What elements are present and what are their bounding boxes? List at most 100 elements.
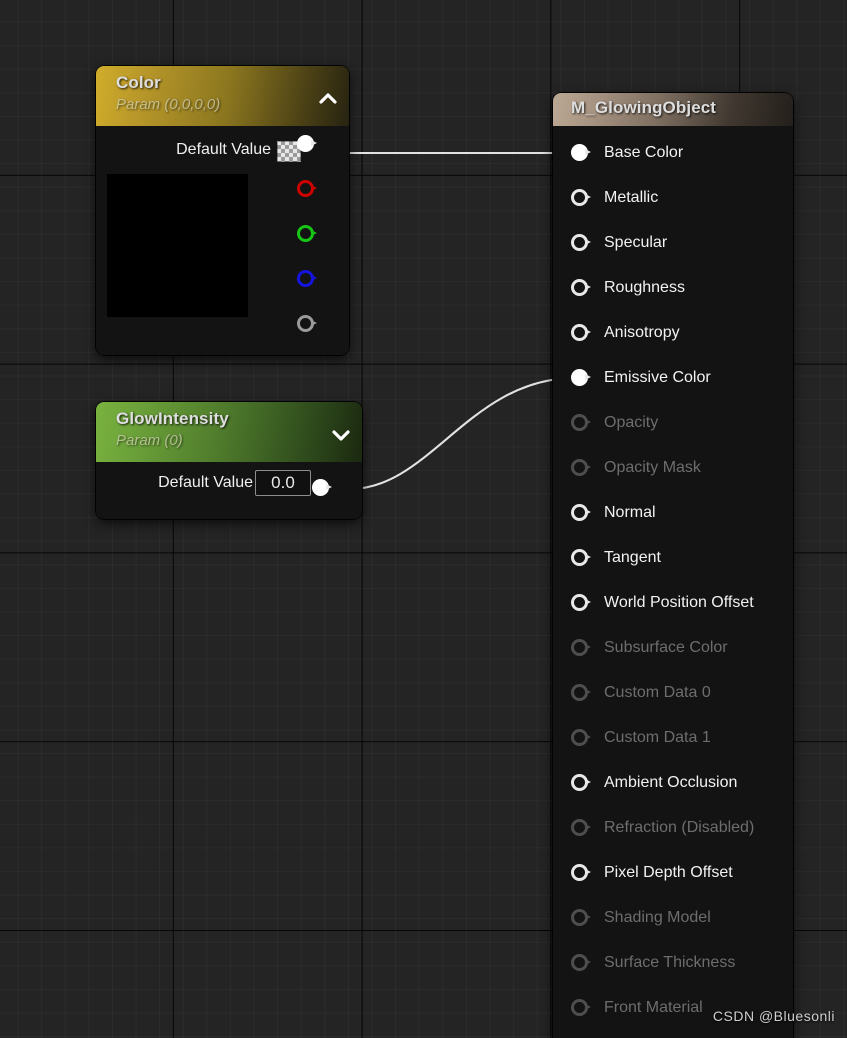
pin-subsurface-color[interactable] xyxy=(571,639,594,656)
material-input-shading-model[interactable]: Shading Model xyxy=(553,895,793,940)
node-material-title: M_GlowingObject xyxy=(571,98,717,117)
pin-custom-data-0[interactable] xyxy=(571,684,594,701)
material-input-opacity-mask[interactable]: Opacity Mask xyxy=(553,445,793,490)
node-material-output[interactable]: M_GlowingObject Base Color Metallic Specul… xyxy=(553,93,793,1038)
pin-anisotropy[interactable] xyxy=(571,324,594,341)
pin-world-position-offset[interactable] xyxy=(571,594,594,611)
node-color-body: Default Value xyxy=(96,126,349,355)
material-graph-canvas[interactable]: Color Param (0,0,0,0) Default Value Glow… xyxy=(0,0,847,1038)
pin-base-color[interactable] xyxy=(571,144,594,161)
material-input-custom-data-0[interactable]: Custom Data 0 xyxy=(553,670,793,715)
pin-arrow-icon xyxy=(311,275,317,281)
pin-label: Opacity xyxy=(604,413,659,431)
pin-opacity[interactable] xyxy=(571,414,594,431)
material-input-pixel-depth-offset[interactable]: Pixel Depth Offset xyxy=(553,850,793,895)
material-input-ambient-occlusion[interactable]: Ambient Occlusion xyxy=(553,760,793,805)
pin-specular[interactable] xyxy=(571,234,594,251)
color-output-pin-stack xyxy=(297,135,322,360)
pin-glow-output[interactable] xyxy=(312,479,335,496)
pin-arrow-icon xyxy=(585,509,591,515)
chevron-down-icon[interactable] xyxy=(330,424,352,446)
node-glow-title: GlowIntensity xyxy=(116,409,229,428)
pin-arrow-icon xyxy=(585,824,591,830)
pin-label: Custom Data 0 xyxy=(604,683,711,701)
pin-custom-data-1[interactable] xyxy=(571,729,594,746)
pin-arrow-icon xyxy=(585,374,591,380)
pin-color-g[interactable] xyxy=(297,225,320,242)
material-input-subsurface-color[interactable]: Subsurface Color xyxy=(553,625,793,670)
pin-arrow-icon xyxy=(585,734,591,740)
pin-color-r[interactable] xyxy=(297,180,320,197)
pin-label: Roughness xyxy=(604,278,685,296)
pin-label: Pixel Depth Offset xyxy=(604,863,733,881)
material-input-emissive-color[interactable]: Emissive Color xyxy=(553,355,793,400)
pin-label: Front Material xyxy=(604,998,703,1016)
pin-pixel-depth-offset[interactable] xyxy=(571,864,594,881)
pin-color-a[interactable] xyxy=(297,315,320,332)
material-input-opacity[interactable]: Opacity xyxy=(553,400,793,445)
node-glow-subtitle: Param (0) xyxy=(116,432,183,449)
material-input-tangent[interactable]: Tangent xyxy=(553,535,793,580)
pin-color-b[interactable] xyxy=(297,270,320,287)
pin-arrow-icon xyxy=(585,239,591,245)
pin-arrow-icon xyxy=(585,419,591,425)
watermark-text: CSDN @Bluesonli xyxy=(712,1008,835,1024)
pin-arrow-icon xyxy=(311,230,317,236)
pin-label: Tangent xyxy=(604,548,661,566)
pin-label: Surface Thickness xyxy=(604,953,736,971)
pin-refraction-disabled[interactable] xyxy=(571,819,594,836)
node-color-title: Color xyxy=(116,73,161,92)
node-glow-header[interactable]: GlowIntensity Param (0) xyxy=(96,402,362,462)
pin-label: Refraction (Disabled) xyxy=(604,818,755,836)
material-input-refraction-disabled[interactable]: Refraction (Disabled) xyxy=(553,805,793,850)
pin-front-material[interactable] xyxy=(571,999,594,1016)
pin-normal[interactable] xyxy=(571,504,594,521)
node-color-header[interactable]: Color Param (0,0,0,0) xyxy=(96,66,349,126)
glow-default-value-label: Default Value xyxy=(158,474,253,491)
pin-arrow-icon xyxy=(585,599,591,605)
pin-arrow-icon xyxy=(585,284,591,290)
pin-arrow-icon xyxy=(585,914,591,920)
color-preview-swatch[interactable] xyxy=(107,174,248,317)
pin-opacity-mask[interactable] xyxy=(571,459,594,476)
pin-arrow-icon xyxy=(585,959,591,965)
material-input-world-position-offset[interactable]: World Position Offset xyxy=(553,580,793,625)
material-input-specular[interactable]: Specular xyxy=(553,220,793,265)
material-input-metallic[interactable]: Metallic xyxy=(553,175,793,220)
chevron-up-icon[interactable] xyxy=(317,88,339,110)
pin-arrow-icon xyxy=(585,644,591,650)
pin-arrow-icon xyxy=(311,320,317,326)
color-default-value-label: Default Value xyxy=(176,141,271,158)
material-input-roughness[interactable]: Roughness xyxy=(553,265,793,310)
material-input-base-color[interactable]: Base Color xyxy=(553,130,793,175)
node-glow-intensity-param[interactable]: GlowIntensity Param (0) Default Value 0.… xyxy=(96,402,362,519)
pin-arrow-icon xyxy=(585,194,591,200)
pin-surface-thickness[interactable] xyxy=(571,954,594,971)
pin-arrow-icon xyxy=(585,689,591,695)
pin-arrow-icon xyxy=(585,149,591,155)
pin-label: Metallic xyxy=(604,188,659,206)
material-input-custom-data-1[interactable]: Custom Data 1 xyxy=(553,715,793,760)
node-material-header[interactable]: M_GlowingObject xyxy=(553,93,793,126)
material-input-surface-thickness[interactable]: Surface Thickness xyxy=(553,940,793,985)
pin-roughness[interactable] xyxy=(571,279,594,296)
pin-label: Emissive Color xyxy=(604,368,711,386)
material-input-pin-list: Base Color Metallic Specular Roughness Aniso… xyxy=(553,126,793,1038)
pin-label: Normal xyxy=(604,503,656,521)
pin-label: Opacity Mask xyxy=(604,458,701,476)
pin-color-rgba[interactable] xyxy=(297,135,320,152)
pin-label: Ambient Occlusion xyxy=(604,773,738,791)
pin-arrow-icon xyxy=(585,869,591,875)
material-input-normal[interactable]: Normal xyxy=(553,490,793,535)
pin-label: Custom Data 1 xyxy=(604,728,711,746)
pin-emissive-color[interactable] xyxy=(571,369,594,386)
pin-label: Base Color xyxy=(604,143,684,161)
node-color-param[interactable]: Color Param (0,0,0,0) Default Value xyxy=(96,66,349,355)
glow-default-value-input[interactable]: 0.0 xyxy=(255,470,311,496)
pin-metallic[interactable] xyxy=(571,189,594,206)
pin-ambient-occlusion[interactable] xyxy=(571,774,594,791)
pin-tangent[interactable] xyxy=(571,549,594,566)
material-input-anisotropy[interactable]: Anisotropy xyxy=(553,310,793,355)
pin-arrow-icon xyxy=(326,484,332,490)
pin-shading-model[interactable] xyxy=(571,909,594,926)
